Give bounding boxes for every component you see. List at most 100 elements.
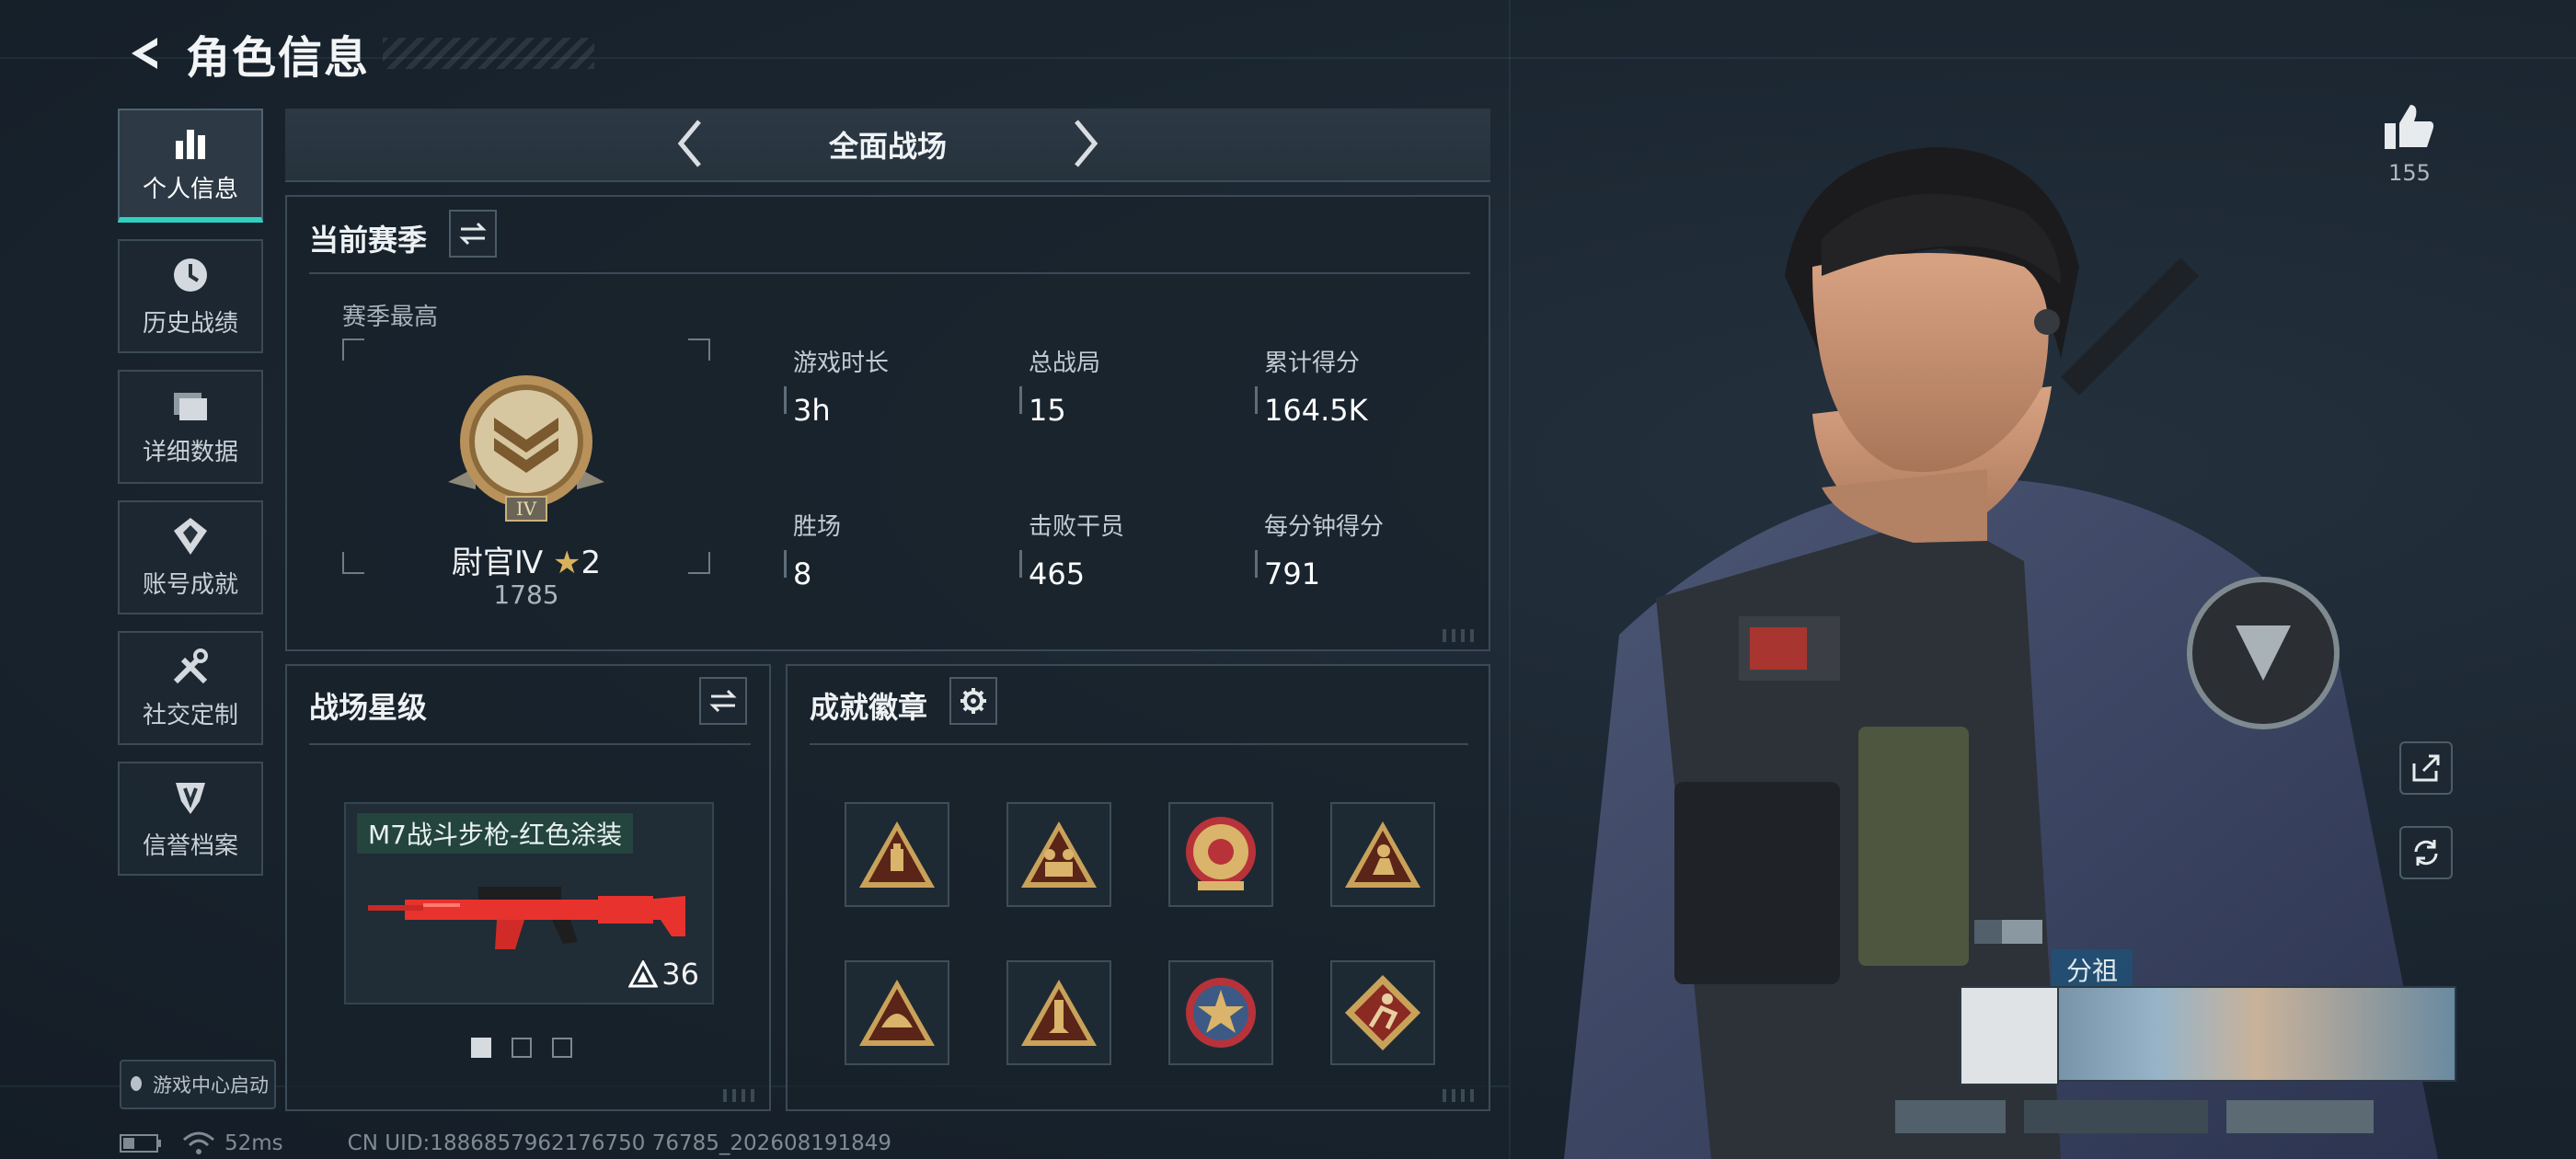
stat-divider: [784, 550, 787, 578]
back-button[interactable]: [118, 28, 169, 79]
rank-name-row: 尉官Ⅳ ★2: [342, 537, 710, 582]
status-bar: 52ms CN UID:1886857962176750 76785_20260…: [120, 1130, 891, 1157]
weapon-card[interactable]: M7战斗步枪-红色涂装 36: [344, 802, 714, 1004]
season-divider: [309, 272, 1470, 274]
page-title: 角色信息: [186, 32, 371, 84]
ammo-badge-icon[interactable]: [845, 802, 949, 907]
page-header: 角色信息: [118, 17, 595, 90]
sidebar-item-label: 历史战绩: [142, 309, 238, 338]
rank-score: 1785: [493, 580, 559, 610]
folder-icon: [170, 387, 211, 424]
mode-next-button[interactable]: [1058, 116, 1113, 171]
ping-value: 52ms: [224, 1131, 283, 1155]
game-center-label: 游戏中心启动: [153, 1074, 269, 1096]
pixelated-block: [2226, 1100, 2374, 1133]
sidebar-item-personal-info[interactable]: 个人信息: [118, 109, 263, 223]
back-arrow-icon: [132, 38, 157, 69]
season-swap-button[interactable]: [449, 210, 497, 258]
clock-icon: [170, 255, 211, 295]
sidebar-item-label: 个人信息: [142, 175, 238, 203]
rank-name: 尉官Ⅳ: [451, 545, 544, 581]
pixelated-block: [1974, 920, 2002, 944]
sidebar-item-achievements[interactable]: 账号成就: [118, 500, 263, 614]
corner-decoration: [723, 1089, 760, 1102]
shield-icon: [170, 777, 211, 818]
season-panel-title: 当前赛季: [309, 223, 428, 258]
chevron-right-icon: [1075, 120, 1098, 167]
weapon-level: 36: [628, 957, 699, 992]
star-icon: ★: [553, 545, 581, 581]
stat-divider: [1255, 386, 1258, 414]
corner-decoration: [1443, 629, 1479, 642]
rank-emblem-icon: IV: [448, 375, 604, 522]
refresh-button[interactable]: [2399, 826, 2453, 879]
current-season-panel: 当前赛季 赛季最高 IV 尉官Ⅳ ★2 1785 游戏时长 3h 总战局 15 累计…: [285, 195, 1490, 651]
stat-divider: [1019, 550, 1022, 578]
stat-divider: [1255, 550, 1258, 578]
qq-icon: [131, 1076, 142, 1091]
sidebar-item-history[interactable]: 历史战绩: [118, 239, 263, 353]
stat-divider: [784, 386, 787, 414]
stat-score-per-minute: 每分钟得分 791: [1264, 513, 1385, 591]
player-uid: CN UID:1886857962176750 76785_2026081918…: [347, 1131, 892, 1155]
sidebar-item-social[interactable]: 社交定制: [118, 631, 263, 745]
runner-badge-icon[interactable]: [1330, 960, 1435, 1065]
battlefield-star-panel: 战场星级 M7战斗步枪-红色涂装 36: [285, 664, 771, 1111]
helmet-badge-icon[interactable]: [845, 960, 949, 1065]
pixelated-block: [2024, 1100, 2208, 1133]
like-button[interactable]: 155: [2377, 103, 2442, 186]
weapon-name: M7战斗步枪-红色涂装: [357, 813, 634, 854]
soldier-badge-icon[interactable]: [1330, 802, 1435, 907]
title-stripe-decoration: [383, 38, 595, 69]
achievements-divider: [810, 743, 1468, 745]
avatar[interactable]: [1960, 986, 2059, 1085]
mode-selector: 全面战场: [285, 109, 1490, 182]
sidebar-item-label: 详细数据: [142, 438, 238, 466]
sidebar-item-detailed-data[interactable]: 详细数据: [118, 370, 263, 484]
wifi-icon: [183, 1131, 214, 1154]
tools-icon: [170, 647, 211, 687]
corner-decoration: [1443, 1089, 1479, 1102]
stat-play-time: 游戏时长 3h: [793, 350, 890, 428]
battlefield-star-swap-button[interactable]: [699, 677, 747, 725]
weapon-pager: [471, 1038, 572, 1058]
star-medal-badge-icon[interactable]: [1168, 960, 1273, 1065]
achievement-badges-panel: 成就徽章: [786, 664, 1490, 1111]
pager-dot[interactable]: [552, 1038, 572, 1058]
battery-icon: [120, 1134, 161, 1153]
sidebar: 个人信息 历史战绩 详细数据 账号成就 社交定制 信誉档案: [118, 109, 265, 892]
chevron-left-icon: [677, 120, 701, 167]
achievements-settings-button[interactable]: [949, 677, 997, 725]
refresh-icon: [2414, 840, 2438, 866]
battlefield-divider: [309, 743, 751, 745]
stat-wins: 胜场 8: [793, 513, 842, 591]
rifle-icon: [368, 887, 685, 949]
rank-stars: 2: [581, 545, 602, 581]
sidebar-item-reputation[interactable]: 信誉档案: [118, 762, 263, 876]
stat-total-matches: 总战局 15: [1029, 350, 1101, 428]
swap-icon: [709, 689, 737, 713]
player-card-name: 分祖: [2052, 949, 2133, 990]
pager-dot-active[interactable]: [471, 1038, 491, 1058]
svg-text:IV: IV: [516, 498, 537, 520]
pixelated-block: [2002, 920, 2042, 944]
bar-chart-icon: [170, 124, 211, 161]
rocket-badge-icon[interactable]: [1006, 960, 1111, 1065]
gear-icon: [960, 688, 986, 714]
share-icon: [2412, 754, 2440, 782]
pager-dot[interactable]: [512, 1038, 532, 1058]
emblem-badge-icon[interactable]: [1168, 802, 1273, 907]
game-center-launch-button[interactable]: 游戏中心启动: [120, 1060, 276, 1109]
stat-divider: [1019, 386, 1022, 414]
mode-title: 全面战场: [828, 129, 947, 164]
pixelated-block: [1895, 1100, 2006, 1133]
stat-kills: 击败干员 465: [1029, 513, 1125, 591]
achievements-title: 成就徽章: [810, 690, 928, 725]
mode-prev-button[interactable]: [662, 116, 718, 171]
season-best-label: 赛季最高: [342, 304, 439, 331]
sidebar-item-label: 信誉档案: [142, 832, 238, 860]
squad-badge-icon[interactable]: [1006, 802, 1111, 907]
thumbs-up-icon: [2385, 105, 2434, 149]
battlefield-star-title: 战场星级: [309, 690, 428, 725]
share-button[interactable]: [2399, 741, 2453, 795]
